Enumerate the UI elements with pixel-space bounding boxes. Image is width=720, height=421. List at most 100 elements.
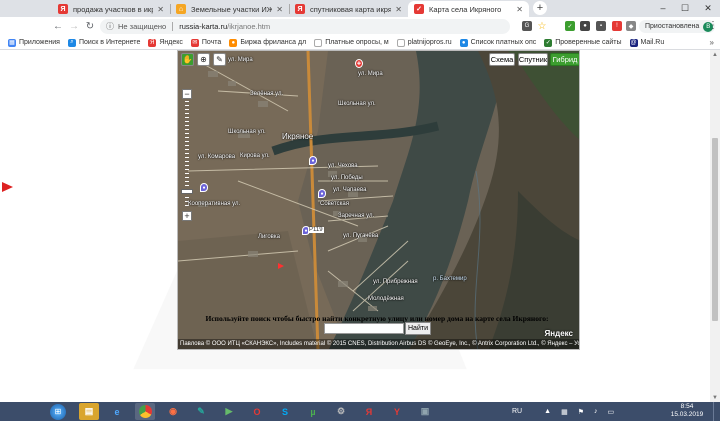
bookmark-yandex[interactable]: Я Яндекс: [148, 38, 183, 47]
find-button[interactable]: Найти: [405, 322, 431, 335]
map-label: ул. Мира: [358, 71, 383, 77]
menu-icon[interactable]: ⋮: [708, 20, 718, 31]
map-label: Кирова ул.: [240, 153, 270, 159]
yandex-icon: Я: [295, 4, 305, 14]
tab-4-active[interactable]: ✓ Карта села Икряного ✕: [408, 1, 529, 17]
tab-title: спутниковая карта икряное —: [310, 4, 392, 14]
zoom-in-button[interactable]: +: [182, 211, 192, 221]
network-icon[interactable]: ▦: [561, 408, 568, 416]
tab-3[interactable]: Я спутниковая карта икряное — ✕: [289, 1, 408, 17]
extension-icon[interactable]: !: [612, 21, 622, 31]
tab-1[interactable]: Я продажа участков в икряном - ✕: [52, 1, 170, 17]
flag-icon[interactable]: ⚑: [578, 408, 584, 416]
bookmark-apps[interactable]: ▦ Приложения: [8, 38, 60, 47]
close-icon[interactable]: ✕: [276, 5, 283, 14]
extension-icon[interactable]: ●: [580, 21, 590, 31]
close-icon[interactable]: ✕: [516, 5, 523, 14]
more-bookmarks-icon[interactable]: »: [710, 38, 714, 47]
tab-2[interactable]: ⌂ Земельные участки ИЖС в Икр ✕: [170, 1, 289, 17]
ruler-tool-icon[interactable]: ✎: [213, 53, 226, 66]
poi-marker-icon[interactable]: ●: [309, 156, 317, 165]
photos-icon[interactable]: ▣: [415, 403, 435, 420]
close-icon[interactable]: ✕: [157, 5, 164, 14]
magnifier-tool-icon[interactable]: ⊕: [197, 53, 210, 66]
yandex-browser-icon[interactable]: Y: [387, 403, 407, 420]
map-type-satellite[interactable]: Спутник: [518, 53, 548, 66]
hand-tool-icon[interactable]: ✋: [181, 53, 194, 66]
skype-icon[interactable]: S: [275, 403, 295, 420]
extension-icon[interactable]: ◆: [626, 21, 636, 31]
profile-label: Приостановлена: [645, 23, 700, 30]
map-label: Зелёная ул.: [250, 91, 284, 97]
bookmark-verified[interactable]: ✓ Проверенные сайты: [544, 38, 622, 47]
search-instructions: Используйте поиск чтобы быстро найти кон…: [205, 314, 549, 323]
utorrent-icon[interactable]: µ: [303, 403, 323, 420]
map-label: ул. Комарова: [198, 154, 236, 160]
info-icon[interactable]: ⓘ: [106, 21, 114, 32]
browser-toolbar: ← → ↻ ⓘ Не защищено russia-karta.ru /ikr…: [0, 17, 720, 36]
bookmark-mail[interactable]: ✉ Почта: [190, 38, 221, 47]
poi-marker-icon[interactable]: ✚: [355, 59, 363, 68]
search-input[interactable]: [324, 323, 404, 334]
explorer-icon[interactable]: ▤: [79, 403, 99, 420]
bookmark-list[interactable]: ● Список платных опс: [459, 38, 536, 47]
bookmark-surveys[interactable]: Платные опросы, м: [314, 38, 389, 47]
settings-icon[interactable]: ⚙: [331, 403, 351, 420]
chevron-up-icon[interactable]: ▲: [544, 408, 551, 415]
address-bar[interactable]: ⓘ Не защищено russia-karta.ru /ikrjanoe.…: [100, 19, 510, 34]
map-label: ул. Пугачёва: [343, 233, 379, 239]
map-type-scheme[interactable]: Схема: [489, 53, 515, 66]
translate-icon[interactable]: G: [522, 21, 532, 31]
reload-button[interactable]: ↻: [82, 19, 98, 35]
scrollbar-thumb[interactable]: [712, 138, 718, 321]
tab-title: Карта села Икряного: [429, 4, 502, 14]
ie-icon[interactable]: e: [107, 403, 127, 420]
language-indicator[interactable]: RU: [512, 408, 522, 415]
extension-icon[interactable]: ▪: [596, 21, 606, 31]
star-icon[interactable]: ☆: [537, 21, 547, 32]
tab-bar: Я продажа участков в икряном - ✕ ⌂ Земел…: [0, 0, 720, 17]
firefox-icon[interactable]: ◉: [163, 403, 183, 420]
scroll-up-icon[interactable]: ▲: [710, 50, 720, 59]
system-tray: RU ▲ ▦ ⚑ ♪ ▭: [512, 402, 614, 421]
show-desktop-button[interactable]: [713, 402, 720, 421]
map-label: Школьная ул.: [228, 129, 266, 135]
divider: [172, 22, 174, 31]
extension-icon[interactable]: ✓: [565, 21, 575, 31]
map-copyright[interactable]: Павлова © ООО ИТЦ «СКАНЭКС», Includes ma…: [178, 339, 579, 349]
new-tab-button[interactable]: +: [533, 1, 547, 15]
close-icon[interactable]: ✕: [395, 5, 402, 14]
bookmark-platnijopros[interactable]: platnijopros.ru: [396, 38, 452, 47]
bookmark-mailru[interactable]: @ Mail.Ru: [629, 38, 664, 47]
bookmark-search[interactable]: ⌕ Поиск в Интернете: [67, 38, 140, 47]
zoom-handle[interactable]: [181, 189, 193, 194]
notepad-icon[interactable]: ✎: [191, 403, 211, 420]
map-label-village: Икряное: [282, 132, 314, 141]
arrow-right-icon: →: [69, 21, 79, 32]
media-icon[interactable]: ▶: [219, 403, 239, 420]
scroll-down-icon[interactable]: ▼: [710, 393, 720, 402]
opera-icon[interactable]: O: [247, 403, 267, 420]
zoom-out-button[interactable]: −: [182, 89, 192, 99]
poi-marker-icon[interactable]: ●: [318, 189, 326, 198]
bookmark-freelance[interactable]: ● Биржа фриланса дл: [229, 38, 306, 47]
yandex-icon[interactable]: Я: [359, 403, 379, 420]
maximize-button[interactable]: ☐: [674, 0, 696, 16]
battery-icon[interactable]: ▭: [607, 408, 614, 416]
tab-title: Земельные участки ИЖС в Икр: [191, 4, 273, 14]
speaker-icon[interactable]: ♪: [594, 408, 598, 415]
map-type-hybrid[interactable]: Гибрид: [550, 53, 579, 66]
close-window-button[interactable]: ✕: [697, 0, 719, 16]
poi-marker-icon[interactable]: ●: [200, 183, 208, 192]
satellite-map[interactable]: ✋ ⊕ ✎ Схема Спутник Гибрид − + ✚ ● ● ● ●…: [177, 50, 580, 350]
profile-button[interactable]: Приостановлена В: [639, 20, 716, 33]
map-label: ул. Мира: [228, 57, 253, 63]
globe-icon: ●: [229, 38, 238, 47]
back-button[interactable]: ←: [50, 19, 66, 35]
clock-time: 8:54: [680, 403, 694, 410]
start-button[interactable]: ⊞: [50, 403, 66, 420]
forward-button[interactable]: →: [66, 19, 82, 35]
clock[interactable]: 8:54 15.03.2019: [665, 403, 709, 419]
chrome-icon[interactable]: [135, 403, 155, 420]
minimize-button[interactable]: –: [652, 0, 674, 16]
